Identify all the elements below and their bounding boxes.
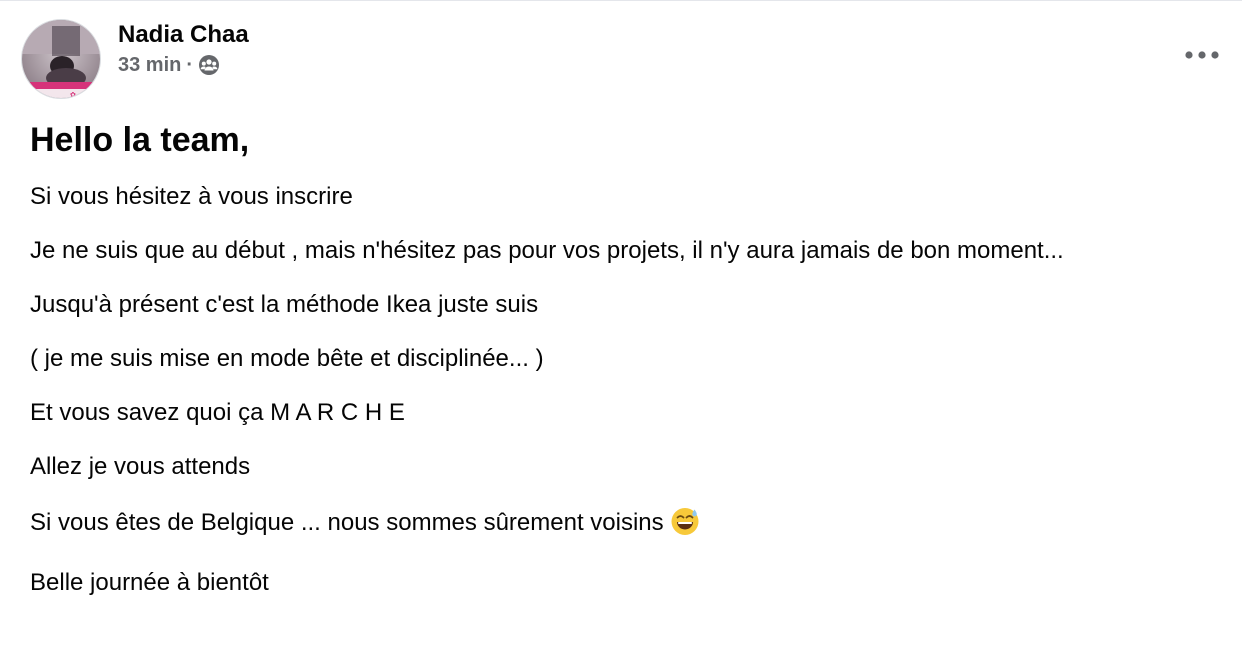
svg-text:✿: ✿ xyxy=(70,91,76,99)
grinning-face-with-sweat-icon xyxy=(670,506,700,544)
post-line: Et vous savez quoi ça M A R C H E xyxy=(30,399,405,426)
avatar-image: ✿ xyxy=(22,20,100,99)
post-line-with-emoji: Si vous êtes de Belgique ... nous sommes… xyxy=(30,506,1230,544)
post-body: Hello la team, Si vous hésitez à vous in… xyxy=(30,118,1230,622)
group-icon[interactable] xyxy=(198,54,220,76)
post-line: Allez je vous attends xyxy=(30,453,251,480)
more-options-icon[interactable] xyxy=(1182,40,1222,70)
avatar[interactable]: ✿ xyxy=(21,19,101,99)
post-line: Si vous hésitez à vous inscrire xyxy=(30,183,353,210)
post-time[interactable]: 33 min xyxy=(118,54,181,77)
post-line-text: Si vous êtes de Belgique ... nous sommes… xyxy=(30,509,664,536)
post-line: Jusqu'à présent c'est la méthode Ikea ju… xyxy=(30,291,539,318)
separator-dot: · xyxy=(186,53,194,76)
post-header: ✿ Nadia Chaa 33 min · xyxy=(21,19,249,99)
author-name[interactable]: Nadia Chaa xyxy=(118,20,249,50)
post-subline: 33 min · xyxy=(118,54,249,77)
post-card: ✿ Nadia Chaa 33 min · Hello la team, Si … xyxy=(0,0,1242,662)
post-title: Hello la team, xyxy=(30,121,250,159)
post-line: Belle journée à bientôt xyxy=(30,569,269,596)
post-line: ( je me suis mise en mode bête et discip… xyxy=(30,345,544,372)
post-meta: Nadia Chaa 33 min · xyxy=(118,20,249,77)
post-line: Je ne suis que au début , mais n'hésitez… xyxy=(30,237,1064,264)
